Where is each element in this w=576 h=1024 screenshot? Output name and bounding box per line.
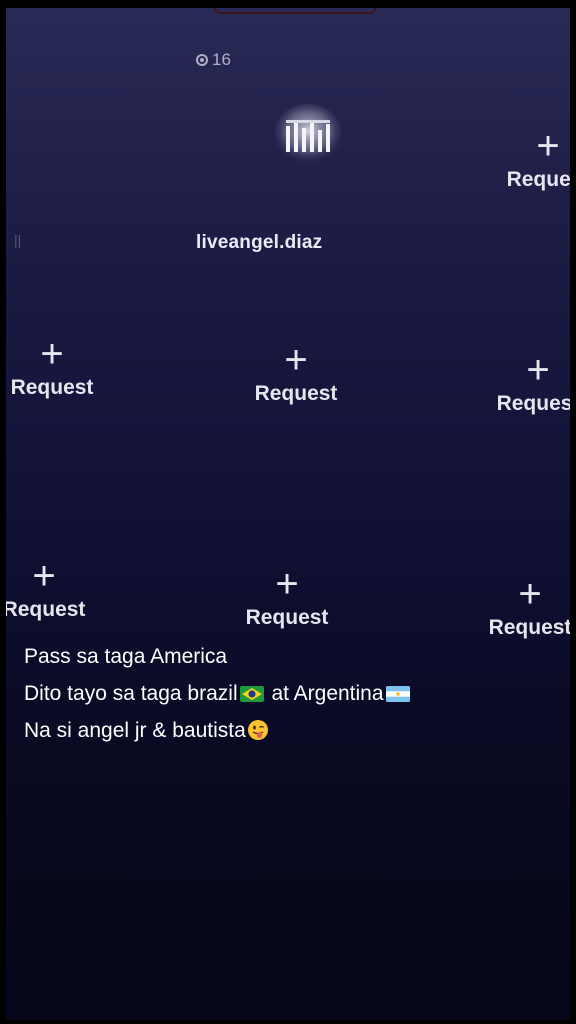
caption-line-3: Na si angel jr & bautista: [24, 712, 570, 749]
guest-request-slot-2[interactable]: + Request: [6, 334, 112, 400]
camera-notch: [214, 8, 376, 14]
eye-icon: [196, 54, 208, 66]
plus-icon: +: [526, 348, 550, 392]
plus-icon: +: [518, 572, 542, 616]
live-stream-screen: 16 || liveangel.diaz + Request + Request…: [6, 8, 570, 1020]
request-label: Request: [245, 606, 329, 629]
request-label: Request: [488, 616, 570, 639]
request-label: Request: [506, 168, 570, 191]
argentina-flag-icon: [385, 686, 410, 702]
host-avatar[interactable]: [272, 100, 344, 172]
video-caption: Pass sa taga America Dito tayo sa taga b…: [24, 638, 570, 749]
plus-icon: +: [40, 332, 64, 376]
guest-request-slot-5[interactable]: + Request: [6, 556, 104, 622]
guest-request-slot-7[interactable]: + Request: [470, 574, 570, 640]
request-label: Request: [254, 382, 338, 405]
request-label: Request: [10, 376, 94, 399]
guest-request-slot-1[interactable]: + Request: [488, 126, 570, 192]
caption-line-2-text-end: at Argentina: [265, 682, 384, 705]
caption-line-1: Pass sa taga America: [24, 645, 228, 668]
caption-line-2-text: Dito tayo sa taga brazil: [24, 682, 238, 705]
caption-line-2: Dito tayo sa taga brazil at Argentina: [24, 675, 570, 712]
guest-request-slot-6[interactable]: + Request: [227, 564, 347, 630]
request-label: Request: [6, 598, 86, 621]
viewer-count: 16: [196, 50, 231, 70]
request-label: Request: [496, 392, 570, 415]
winking-tongue-emoji-icon: [247, 720, 268, 740]
plus-icon: +: [32, 554, 56, 598]
plus-icon: +: [284, 338, 308, 382]
plus-icon: +: [536, 124, 560, 168]
side-marker: ||: [14, 232, 22, 248]
caption-line-3-text: Na si angel jr & bautista: [24, 719, 246, 742]
guest-request-slot-3[interactable]: + Request: [236, 340, 356, 406]
brazil-flag-icon: [239, 686, 264, 702]
viewer-count-value: 16: [212, 50, 231, 69]
plus-icon: +: [275, 562, 299, 606]
guest-request-slot-4[interactable]: + Request: [478, 350, 570, 416]
host-username[interactable]: liveangel.diaz: [196, 232, 322, 254]
